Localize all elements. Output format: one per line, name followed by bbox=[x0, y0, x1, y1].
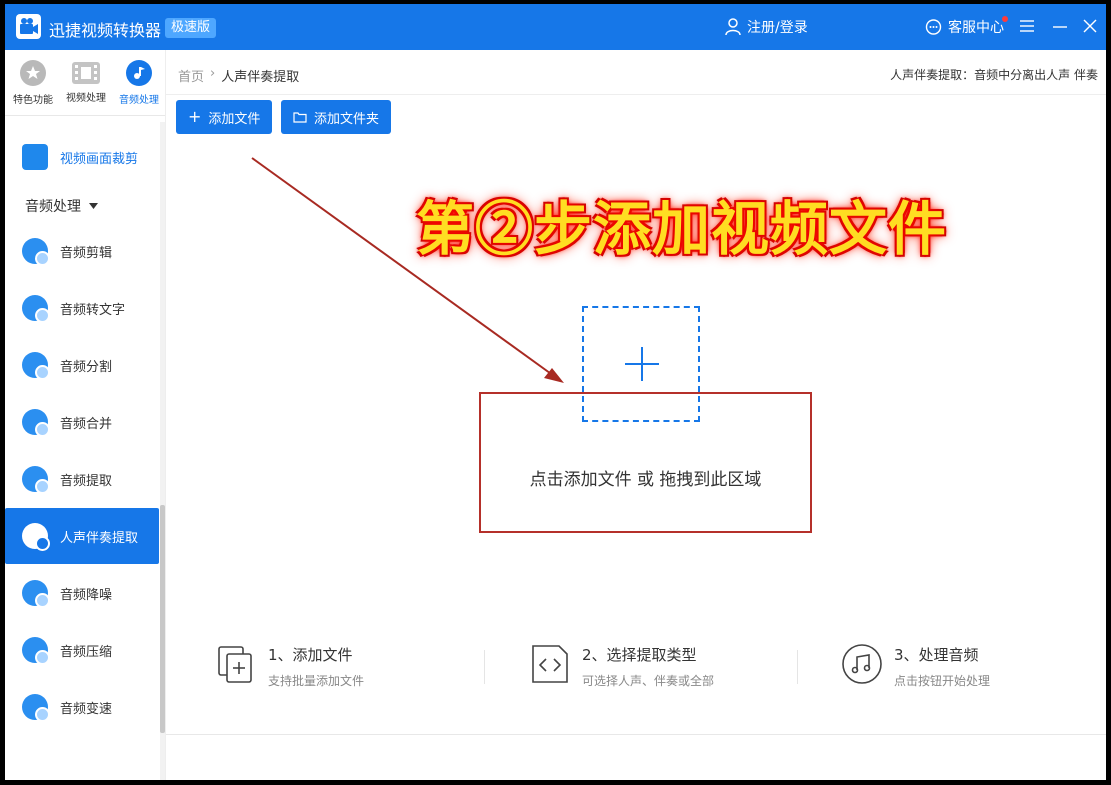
sidebar-item-audio-denoise[interactable]: 音频降噪 bbox=[5, 565, 159, 621]
step-title: 3、处理音频 bbox=[894, 646, 979, 664]
sidebar-item-audio-extract[interactable]: 音频提取 bbox=[5, 451, 159, 507]
music-note-icon bbox=[842, 644, 882, 684]
sidebar-item-label: 人声伴奏提取 bbox=[60, 530, 139, 546]
step-subtitle: 可选择人声、伴奏或全部 bbox=[582, 674, 715, 688]
audio-extract-icon bbox=[22, 466, 50, 494]
close-button[interactable] bbox=[1080, 16, 1100, 36]
sidebar-item-label: 视频画面裁剪 bbox=[60, 151, 139, 167]
sidebar-item-video-crop[interactable]: 视频画面裁剪 bbox=[5, 129, 159, 185]
sidebar-group-audio[interactable]: 音频处理 bbox=[25, 196, 98, 216]
film-icon bbox=[72, 62, 100, 84]
steps-guide: 1、添加文件 支持批量添加文件 2、选择提取类型 可选择人声、伴奏或全部 3、处… bbox=[166, 642, 1106, 702]
sidebar-item-label: 音频提取 bbox=[60, 473, 113, 489]
menu-button[interactable] bbox=[1017, 16, 1037, 36]
audio-split-icon bbox=[22, 352, 50, 380]
close-icon bbox=[1083, 19, 1097, 33]
audio-denoise-icon bbox=[22, 580, 50, 608]
sidebar: 特色功能 视频处理 音频处理 视频画面裁剪 音频处理 音频剪辑 音频转文字 音频… bbox=[5, 50, 165, 780]
tab-audio-label: 音频处理 bbox=[119, 95, 159, 106]
step-2: 2、选择提取类型 可选择人声、伴奏或全部 bbox=[528, 642, 714, 689]
app-logo-icon bbox=[16, 14, 41, 39]
audio-speed-icon bbox=[22, 694, 50, 722]
audio-merge-icon bbox=[22, 409, 50, 437]
app-title: 迅捷视频转换器 bbox=[49, 21, 162, 40]
step-title: 1、添加文件 bbox=[268, 646, 353, 664]
drop-zone-add-button[interactable] bbox=[582, 306, 700, 422]
sidebar-item-audio-merge[interactable]: 音频合并 bbox=[5, 394, 159, 450]
menu-icon bbox=[1020, 20, 1034, 32]
tab-video-label: 视频处理 bbox=[66, 93, 106, 104]
sidebar-item-audio-edit[interactable]: 音频剪辑 bbox=[5, 223, 159, 279]
notification-dot bbox=[1002, 16, 1008, 22]
sidebar-item-label: 音频转文字 bbox=[60, 302, 126, 318]
minimize-icon bbox=[1053, 26, 1067, 28]
drop-zone-text[interactable]: 点击添加文件 或 拖拽到此区域 bbox=[479, 465, 812, 490]
category-tabs: 特色功能 视频处理 音频处理 bbox=[5, 50, 165, 116]
chat-icon bbox=[925, 18, 942, 35]
group-label: 音频处理 bbox=[25, 199, 81, 215]
login-label: 注册/登录 bbox=[747, 20, 808, 36]
minimize-button[interactable] bbox=[1050, 16, 1070, 36]
sidebar-item-audio-speed[interactable]: 音频变速 bbox=[5, 679, 159, 735]
audio-edit-icon bbox=[22, 238, 50, 266]
step-title: 2、选择提取类型 bbox=[582, 646, 697, 664]
audio-to-text-icon bbox=[22, 295, 50, 323]
sidebar-item-label: 音频降噪 bbox=[60, 587, 113, 603]
tab-audio[interactable]: 音频处理 bbox=[114, 60, 164, 106]
step-divider bbox=[484, 650, 485, 684]
vocal-extract-icon bbox=[22, 523, 50, 551]
main-panel: 首页 › 人声伴奏提取 人声伴奏提取：音频中分离出人声 伴奏 + 添加文件 添加… bbox=[165, 50, 1106, 780]
title-bar: 迅捷视频转换器 极速版 注册/登录 客服中心 bbox=[5, 4, 1106, 50]
sidebar-item-audio-compress[interactable]: 音频压缩 bbox=[5, 622, 159, 678]
sidebar-item-label: 音频压缩 bbox=[60, 644, 113, 660]
sidebar-item-label: 音频变速 bbox=[60, 701, 113, 717]
crop-icon bbox=[22, 144, 48, 170]
tab-featured-label: 特色功能 bbox=[13, 95, 53, 106]
step-subtitle: 点击按钮开始处理 bbox=[894, 674, 991, 688]
sidebar-item-label: 音频分割 bbox=[60, 359, 113, 375]
bottom-divider bbox=[166, 734, 1106, 735]
star-icon bbox=[20, 60, 46, 86]
app-window: 迅捷视频转换器 极速版 注册/登录 客服中心 特色功能 视频处理 音频处理 视频… bbox=[5, 4, 1106, 780]
sidebar-item-label: 音频剪辑 bbox=[60, 245, 113, 261]
file-add-icon bbox=[218, 646, 252, 683]
sidebar-item-audio-split[interactable]: 音频分割 bbox=[5, 337, 159, 393]
edition-badge: 极速版 bbox=[165, 18, 217, 38]
sidebar-item-label: 音频合并 bbox=[60, 416, 113, 432]
step-subtitle: 支持批量添加文件 bbox=[268, 674, 365, 688]
sidebar-item-vocal-accompaniment[interactable]: 人声伴奏提取 bbox=[5, 508, 159, 564]
login-button[interactable]: 注册/登录 bbox=[725, 17, 808, 37]
caret-down-icon bbox=[89, 203, 98, 209]
step-3: 3、处理音频 点击按钮开始处理 bbox=[840, 642, 990, 689]
customer-service-button[interactable]: 客服中心 bbox=[925, 17, 1004, 37]
music-icon bbox=[126, 60, 152, 86]
step-1: 1、添加文件 支持批量添加文件 bbox=[214, 642, 364, 689]
audio-compress-icon bbox=[22, 637, 50, 665]
code-file-icon bbox=[532, 645, 568, 683]
add-icon-vertical bbox=[641, 347, 643, 381]
tab-featured[interactable]: 特色功能 bbox=[8, 60, 58, 106]
service-label: 客服中心 bbox=[948, 20, 1004, 36]
step-divider bbox=[797, 650, 798, 684]
user-icon bbox=[725, 18, 741, 36]
sidebar-item-audio-to-text[interactable]: 音频转文字 bbox=[5, 280, 159, 336]
tab-video[interactable]: 视频处理 bbox=[61, 60, 111, 104]
